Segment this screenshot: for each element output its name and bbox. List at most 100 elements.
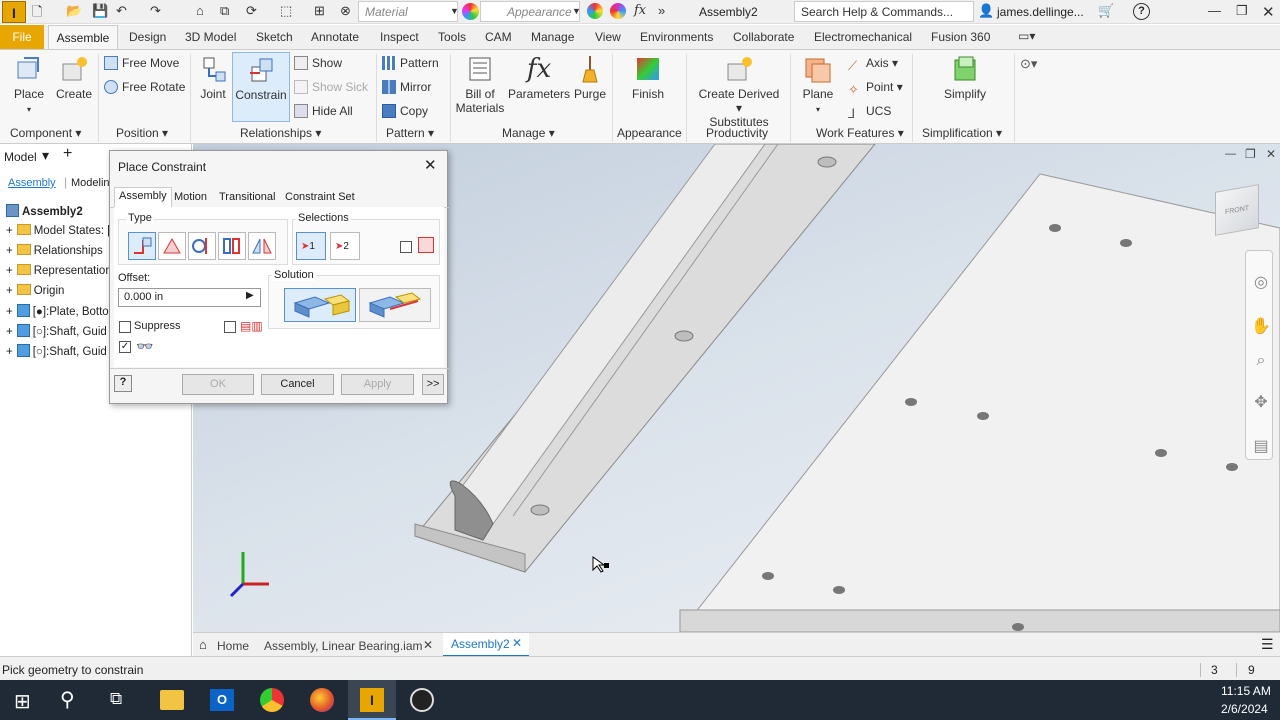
measure-icon[interactable]: ⊞ (314, 3, 325, 20)
flush-solution-button[interactable] (359, 288, 431, 322)
return-icon[interactable]: ⧉ (220, 3, 229, 20)
tab-view[interactable]: View (595, 30, 621, 44)
zoom-icon[interactable]: ⌕ (1248, 352, 1274, 378)
undo-icon[interactable]: ↶ (116, 3, 127, 20)
redo-icon[interactable]: ↷ (150, 3, 161, 20)
tab-motion[interactable]: Motion (170, 189, 211, 207)
search-icon[interactable]: ⚲ (60, 687, 75, 712)
user-icon[interactable]: 👤 (978, 3, 994, 20)
purge-button[interactable]: Purge (572, 54, 608, 101)
hide-all-button[interactable]: Hide All (294, 104, 353, 118)
clear-appearance-icon[interactable] (610, 3, 626, 19)
outlook-icon[interactable]: O (210, 689, 234, 711)
restore-icon[interactable]: ❐ (1236, 3, 1248, 20)
tab-environments[interactable]: Environments (640, 30, 713, 44)
tab-fusion-360[interactable]: Fusion 360 (931, 30, 990, 44)
tree-item[interactable]: + Model States: [ (6, 224, 110, 237)
close-icon[interactable]: ✕ (512, 636, 522, 650)
group-component[interactable]: Component ▾ (10, 126, 81, 140)
offset-input[interactable]: 0.000 in (118, 288, 261, 307)
close-icon[interactable]: ✕ (1266, 147, 1276, 161)
save-icon[interactable]: 💾 (92, 3, 108, 20)
simplify-button[interactable]: Simplify (930, 54, 1000, 101)
expand-icon[interactable]: + (6, 346, 13, 358)
windows-start-icon[interactable]: ⊞ (14, 689, 31, 714)
update-icon[interactable]: ⟳ (246, 3, 257, 20)
group-work-features[interactable]: Work Features ▾ (816, 126, 904, 140)
material-dropdown[interactable]: Material (358, 1, 458, 22)
tab-transitional[interactable]: Transitional (215, 189, 279, 207)
cancel-button[interactable]: Cancel (261, 374, 334, 395)
chevron-down-icon[interactable]: ▼ (572, 6, 581, 23)
finish-button[interactable]: Finish (624, 54, 672, 101)
ribbon-expand-icon[interactable]: ⊙▾ (1020, 56, 1037, 72)
view-cube[interactable]: FRONT (1215, 184, 1259, 236)
group-manage[interactable]: Manage ▾ (502, 126, 555, 140)
inventor-icon[interactable]: I (360, 688, 384, 712)
tree-root[interactable]: Assembly2 (6, 204, 83, 218)
mate-constraint-button[interactable] (128, 232, 156, 260)
close-icon[interactable]: ✕ (1262, 3, 1275, 21)
home-icon[interactable]: ⌂ (199, 637, 207, 652)
tab-tools[interactable]: Tools (438, 30, 466, 44)
more-options-button[interactable]: >> (422, 374, 444, 395)
bill-of-materials-button[interactable]: Bill of Materials (454, 54, 506, 115)
restore-icon[interactable]: ❐ (1245, 147, 1256, 161)
select-icon[interactable]: ⬚ (280, 3, 292, 20)
parameters-button[interactable]: fx Parameters (508, 54, 570, 101)
constrain-button[interactable]: Constrain (232, 52, 290, 122)
tab-inspect[interactable]: Inspect (380, 30, 419, 44)
selection-2-button[interactable]: ➤2 (330, 232, 360, 260)
free-rotate-button[interactable]: Free Rotate (104, 80, 185, 94)
tab-electromechanical[interactable]: Electromechanical (814, 30, 912, 44)
mirror-button[interactable]: Mirror (382, 80, 431, 94)
add-panel-icon[interactable]: + (63, 145, 72, 163)
tab-file[interactable]: File (0, 25, 44, 49)
ribbon-options-icon[interactable]: ▭▾ (1018, 29, 1035, 43)
tab-3d-model[interactable]: 3D Model (185, 30, 236, 44)
suppress-checkbox[interactable] (119, 321, 131, 333)
free-move-button[interactable]: Free Move (104, 56, 179, 70)
joint-button[interactable]: Joint (196, 54, 230, 101)
group-relationships[interactable]: Relationships ▾ (240, 126, 321, 140)
tab-home[interactable]: Home (217, 639, 249, 653)
tree-item[interactable]: + Origin (6, 284, 64, 297)
home-icon[interactable]: ⌂ (196, 3, 204, 20)
pan-icon[interactable]: ✋ (1248, 316, 1274, 342)
point-button[interactable]: ✧ Point ▾ (848, 80, 903, 97)
new-file-icon[interactable]: 🗋 (32, 3, 42, 20)
task-view-icon[interactable]: ⧉ (110, 689, 122, 709)
tab-assemble[interactable]: Assemble (48, 25, 118, 50)
tab-design[interactable]: Design (129, 30, 166, 44)
tab-assembly2-label[interactable]: Assembly2 (451, 637, 510, 651)
user-name[interactable]: james.dellinge... (997, 5, 1084, 19)
appearance-override-icon[interactable]: ⊗ (340, 3, 351, 20)
inventor-logo-icon[interactable]: I (2, 1, 26, 23)
chevron-down-icon[interactable]: ▼ (450, 6, 459, 23)
minimize-icon[interactable]: — (1208, 3, 1221, 20)
tab-annotate[interactable]: Annotate (311, 30, 359, 44)
insert-constraint-button[interactable] (218, 232, 246, 260)
fx-icon[interactable]: fx (634, 3, 646, 20)
group-pattern[interactable]: Pattern ▾ (386, 126, 434, 140)
chevron-right-icon[interactable]: ▶ (246, 290, 254, 301)
expand-icon[interactable]: + (6, 245, 13, 257)
expand-icon[interactable]: + (6, 285, 13, 297)
firefox-icon[interactable] (310, 688, 334, 712)
tab-browser-assembly[interactable]: Assembly (8, 177, 56, 189)
appearance-dropdown[interactable]: Appearance (480, 1, 580, 22)
angle-constraint-button[interactable] (158, 232, 186, 260)
chrome-icon[interactable] (260, 688, 284, 712)
preview-checkbox[interactable]: ✓ (119, 341, 131, 353)
tree-item[interactable]: + [●]:Plate, Botto (6, 304, 109, 318)
apply-button[interactable]: Apply (341, 374, 414, 395)
tab-sketch[interactable]: Sketch (256, 30, 293, 44)
screen-recorder-icon[interactable] (410, 688, 434, 712)
axis-button[interactable]: ⟋ Axis ▾ (848, 56, 898, 73)
adjust-appearance-icon[interactable] (587, 3, 603, 19)
expand-icon[interactable]: + (6, 306, 13, 318)
look-at-icon[interactable]: ▤ (1248, 436, 1274, 462)
minimize-icon[interactable]: — (1225, 148, 1236, 160)
selection-1-button[interactable]: ➤1 (296, 232, 326, 260)
orbit-icon[interactable]: ✥ (1248, 392, 1274, 418)
